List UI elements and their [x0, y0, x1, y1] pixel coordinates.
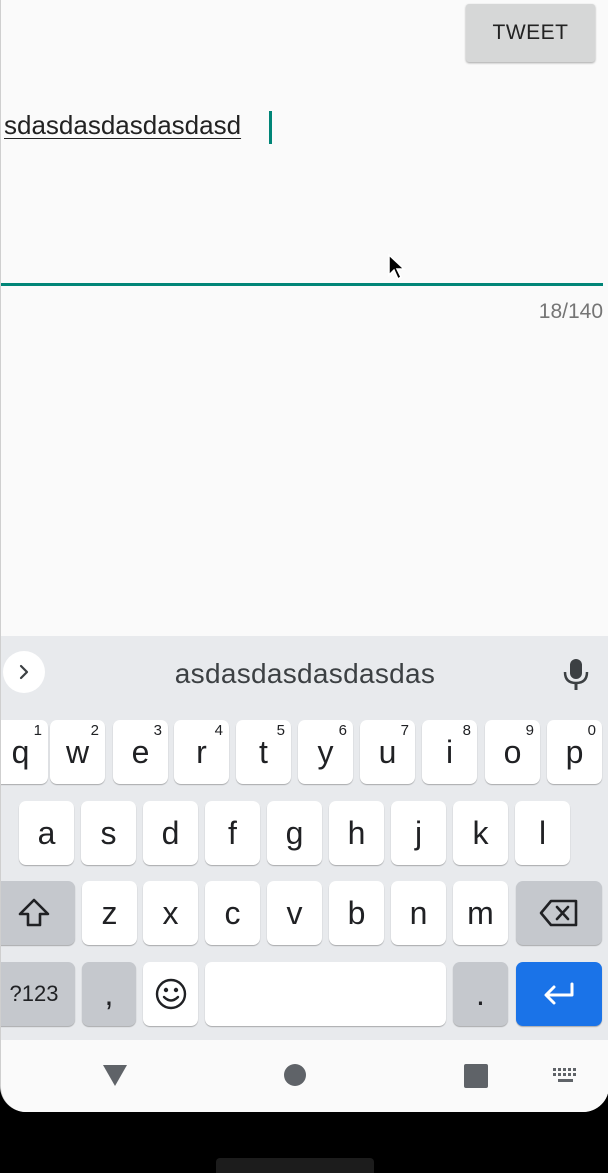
- key-label: u: [378, 733, 397, 770]
- key-h[interactable]: h: [329, 801, 384, 865]
- key-hint: 5: [276, 722, 285, 739]
- key-d[interactable]: d: [143, 801, 198, 865]
- space-key[interactable]: [205, 962, 446, 1026]
- symbols-key[interactable]: ?123: [1, 962, 75, 1026]
- key-label: p: [565, 733, 584, 770]
- key-e[interactable]: e3: [113, 720, 168, 784]
- key-f[interactable]: f: [205, 801, 260, 865]
- key-q[interactable]: q1: [1, 720, 48, 784]
- key-t[interactable]: t5: [236, 720, 291, 784]
- backspace-key[interactable]: [516, 881, 602, 945]
- key-v[interactable]: v: [267, 881, 322, 945]
- key-m[interactable]: m: [453, 881, 508, 945]
- key-b[interactable]: b: [329, 881, 384, 945]
- key-label: w: [65, 733, 90, 770]
- key-u[interactable]: u7: [360, 720, 415, 784]
- tweet-text-value: sdasdasdasdasdasd: [4, 110, 242, 140]
- key-hint: 6: [338, 722, 347, 739]
- keyboard-switch-icon[interactable]: [553, 1068, 579, 1084]
- key-g[interactable]: g: [267, 801, 322, 865]
- soft-keyboard: asdasdasdasdasdas q1w2e3r4t5y6u7i8o9p0 a…: [1, 636, 608, 1040]
- emoji-icon: [155, 978, 186, 1010]
- key-label: e: [131, 733, 150, 770]
- key-o[interactable]: o9: [485, 720, 540, 784]
- key-a[interactable]: a: [19, 801, 74, 865]
- text-field-underline: [1, 283, 603, 286]
- key-j[interactable]: j: [391, 801, 446, 865]
- comma-key[interactable]: ,: [82, 962, 136, 1026]
- key-l[interactable]: l: [515, 801, 570, 865]
- key-label: r: [196, 733, 207, 770]
- tweet-button[interactable]: TWEET: [466, 4, 595, 62]
- key-hint: 7: [400, 722, 409, 739]
- key-hint: 4: [214, 722, 223, 739]
- shift-icon: [18, 898, 50, 927]
- key-k[interactable]: k: [453, 801, 508, 865]
- key-i[interactable]: i8: [422, 720, 477, 784]
- key-label: o: [503, 733, 522, 770]
- emoji-key[interactable]: [143, 962, 198, 1026]
- key-hint: 8: [462, 722, 471, 739]
- key-z[interactable]: z: [82, 881, 137, 945]
- enter-icon: [544, 982, 574, 1005]
- key-x[interactable]: x: [143, 881, 198, 945]
- app-screen: TWEET sdasdasdasdasdasd 18/140 asdasdasd…: [0, 0, 608, 1112]
- key-label: i: [445, 733, 454, 770]
- key-p[interactable]: p0: [547, 720, 602, 784]
- key-hint: 0: [587, 722, 596, 739]
- character-counter: 18/140: [538, 300, 603, 323]
- key-label: y: [317, 733, 334, 770]
- navigation-bar: [1, 1040, 608, 1112]
- key-y[interactable]: y6: [298, 720, 353, 784]
- mic-icon[interactable]: [562, 657, 590, 691]
- backspace-icon: [539, 899, 578, 927]
- tweet-text-field[interactable]: sdasdasdasdasdasd: [1, 96, 603, 286]
- key-s[interactable]: s: [81, 801, 136, 865]
- enter-key[interactable]: [516, 962, 602, 1026]
- shift-key[interactable]: [1, 881, 75, 945]
- word-suggestion[interactable]: asdasdasdasdasdas: [1, 658, 608, 690]
- key-hint: 2: [90, 722, 99, 739]
- nav-recents-icon[interactable]: [464, 1064, 488, 1088]
- key-n[interactable]: n: [391, 881, 446, 945]
- key-label: t: [259, 733, 268, 770]
- mouse-pointer-icon: [388, 253, 406, 281]
- key-label: q: [11, 733, 30, 770]
- device-bottom-edge: [216, 1158, 374, 1173]
- key-c[interactable]: c: [205, 881, 260, 945]
- period-key[interactable]: .: [453, 962, 508, 1026]
- nav-back-icon[interactable]: [101, 1062, 129, 1088]
- key-hint: 3: [153, 722, 162, 739]
- key-w[interactable]: w2: [50, 720, 105, 784]
- key-hint: 9: [525, 722, 534, 739]
- suggestion-bar: asdasdasdasdasdas: [1, 636, 608, 716]
- text-cursor: [269, 111, 272, 144]
- key-hint: 1: [33, 722, 42, 739]
- key-r[interactable]: r4: [174, 720, 229, 784]
- nav-home-icon[interactable]: [283, 1063, 307, 1087]
